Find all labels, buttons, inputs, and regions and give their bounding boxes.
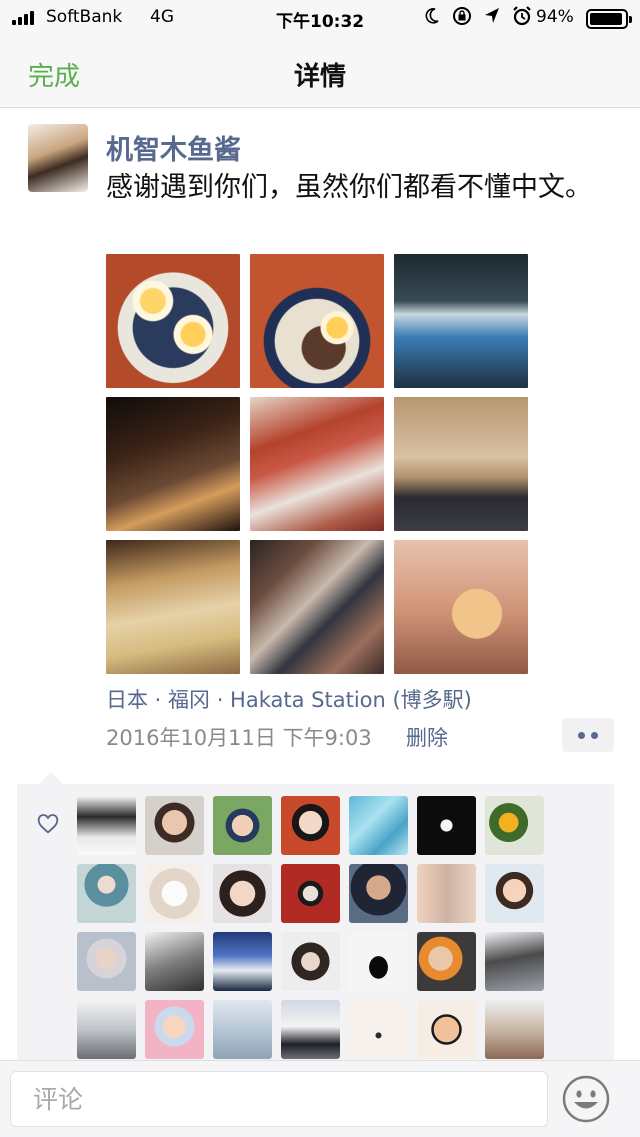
capsule-toy-photo[interactable] (250, 397, 384, 531)
liker-avatar[interactable] (281, 796, 340, 855)
liker-avatar[interactable] (213, 796, 272, 855)
boat-photo[interactable] (394, 254, 528, 388)
carrier-name: SoftBank (46, 7, 123, 27)
author-name[interactable]: 机智木鱼酱 (106, 128, 241, 167)
liker-avatar[interactable] (145, 796, 204, 855)
liker-avatar[interactable] (145, 1000, 204, 1059)
liker-avatar[interactable] (349, 932, 408, 991)
battery-percent: 94% (536, 7, 574, 27)
battery-fill (590, 13, 622, 25)
liker-avatar[interactable] (77, 1000, 136, 1059)
liker-avatar[interactable] (281, 864, 340, 923)
dot-icon (578, 731, 585, 739)
rotation-lock-icon (453, 7, 471, 25)
dot-icon (591, 731, 598, 739)
signal-strength-icon (12, 11, 34, 25)
liker-avatar-grid (77, 796, 544, 1059)
liker-avatar[interactable] (77, 796, 136, 855)
post-timestamp: 2016年10月11日 下午9:03 (106, 726, 372, 750)
battery-icon (586, 9, 632, 29)
liker-avatar[interactable] (417, 932, 476, 991)
liker-avatar[interactable] (485, 796, 544, 855)
status-time: 下午10:32 (276, 12, 365, 32)
liker-avatar[interactable] (145, 932, 204, 991)
ramen-photo-1[interactable] (106, 254, 240, 388)
page-title: 详情 (293, 62, 346, 92)
liker-avatar[interactable] (281, 1000, 340, 1059)
photo-grid (106, 254, 529, 674)
liker-avatar[interactable] (77, 864, 136, 923)
liker-avatar[interactable] (77, 932, 136, 991)
liker-avatar[interactable] (213, 1000, 272, 1059)
liker-avatar[interactable] (485, 1000, 544, 1059)
liker-avatar[interactable] (145, 864, 204, 923)
poster-photo[interactable] (250, 540, 384, 674)
moon-icon (425, 8, 439, 24)
more-options-button[interactable] (562, 718, 614, 752)
comment-input[interactable] (10, 1071, 548, 1127)
network-type: 4G (150, 7, 174, 27)
liker-avatar[interactable] (213, 864, 272, 923)
likes-panel (17, 772, 614, 1064)
emoji-icon[interactable] (562, 1075, 610, 1123)
location-link[interactable]: 日本 · 福冈 · Hakata Station (博多駅) (106, 684, 472, 714)
post-text: 感谢遇到你们，虽然你们都看不懂中文。 (106, 172, 592, 203)
liker-avatar[interactable] (213, 932, 272, 991)
alarm-icon (513, 6, 531, 26)
author-avatar[interactable] (28, 124, 88, 192)
street-night-photo[interactable] (106, 397, 240, 531)
liker-avatar[interactable] (349, 1000, 408, 1059)
liker-avatar[interactable] (349, 796, 408, 855)
delete-button[interactable]: 删除 (406, 722, 448, 752)
ramen-photo-2[interactable] (250, 254, 384, 388)
comment-bar (0, 1060, 640, 1137)
location-icon (485, 8, 499, 23)
liker-avatar[interactable] (349, 864, 408, 923)
liker-avatar[interactable] (485, 932, 544, 991)
room-photo[interactable] (394, 397, 528, 531)
liker-avatar[interactable] (417, 1000, 476, 1059)
liker-avatar[interactable] (281, 932, 340, 991)
liker-avatar[interactable] (417, 796, 476, 855)
nav-bar: 完成 详情 (0, 36, 640, 108)
liker-avatar[interactable] (417, 864, 476, 923)
liker-avatar[interactable] (485, 864, 544, 923)
status-bar: SoftBank 4G 下午10:32 94% (0, 0, 640, 36)
heart-icon (37, 814, 59, 834)
toy-figure-photo[interactable] (394, 540, 528, 674)
tatami-room-photo[interactable] (106, 540, 240, 674)
